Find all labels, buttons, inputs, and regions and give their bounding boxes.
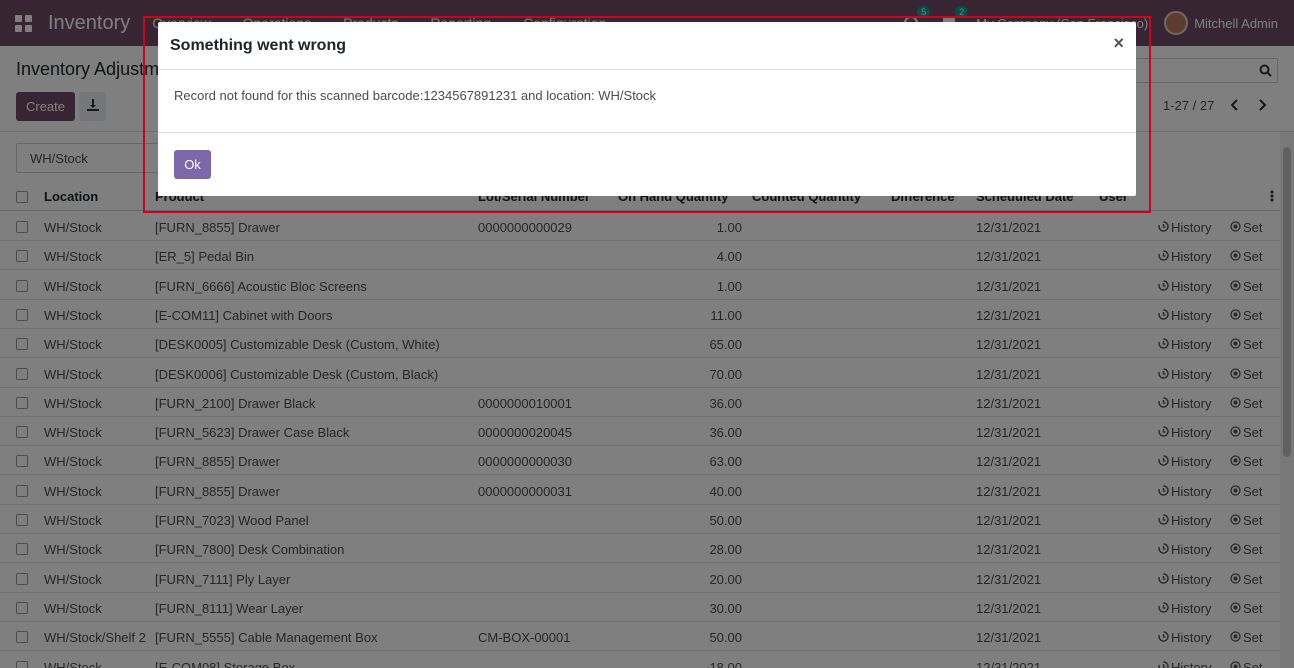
dialog-message: Record not found for this scanned barcod… bbox=[174, 88, 657, 103]
dialog-header: Something went wrong × bbox=[158, 22, 1136, 70]
ok-button[interactable]: Ok bbox=[174, 150, 211, 179]
error-dialog: Something went wrong × Record not found … bbox=[158, 22, 1136, 196]
dialog-body: Record not found for this scanned barcod… bbox=[158, 70, 1136, 133]
dialog-title: Something went wrong bbox=[170, 37, 346, 54]
close-icon[interactable]: × bbox=[1113, 33, 1124, 54]
dialog-footer: Ok bbox=[158, 133, 1136, 196]
